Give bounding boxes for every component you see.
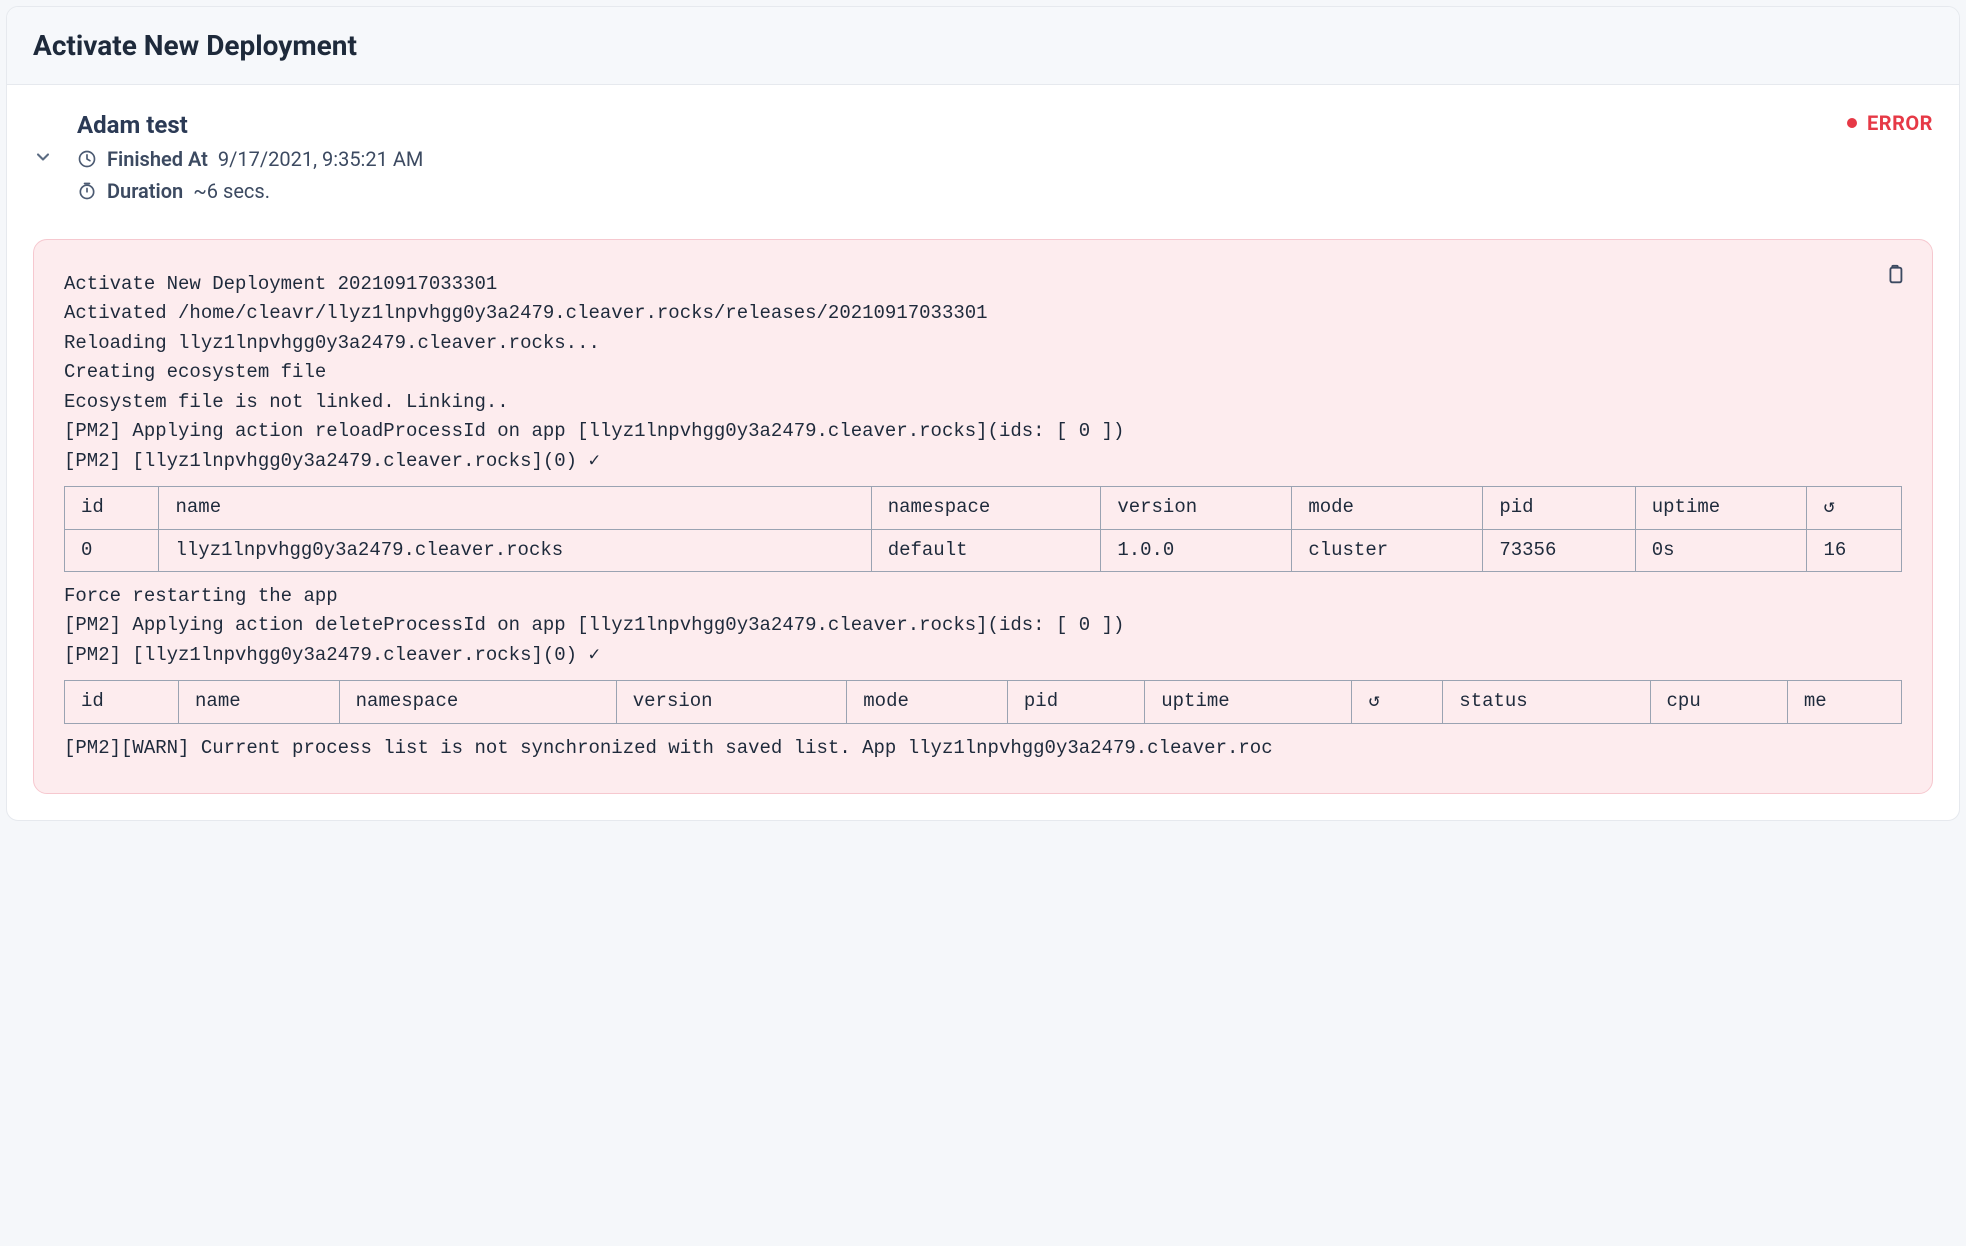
table-header-cell: name [179, 681, 340, 723]
page-title: Activate New Deployment [33, 29, 1933, 62]
table-header-cell: id [65, 681, 179, 723]
table-header-cell: uptime [1635, 487, 1807, 529]
log-line: Ecosystem file is not linked. Linking.. [64, 388, 1902, 417]
table-header-cell: pid [1007, 681, 1144, 723]
log-line: Creating ecosystem file [64, 358, 1902, 387]
table-header-cell: id [65, 487, 159, 529]
log-line: [PM2] [llyz1lnpvhgg0y3a2479.cleaver.rock… [64, 641, 1902, 670]
log-line: [PM2] [llyz1lnpvhgg0y3a2479.cleaver.rock… [64, 447, 1902, 476]
table-header-cell: ↺ [1807, 487, 1902, 529]
status-badge: ERROR [1847, 111, 1933, 135]
deployment-name: Adam test [77, 111, 1933, 139]
table-cell: default [871, 529, 1101, 571]
pm2-process-table-1: idnamenamespaceversionmodepiduptime↺ 0ll… [64, 486, 1902, 572]
table-header-cell: namespace [871, 487, 1101, 529]
finished-at-row: Finished At 9/17/2021, 9:35:21 AM [77, 147, 1933, 171]
deployment-step-panel: Activate New Deployment ERROR Adam test … [6, 6, 1960, 821]
table-header-cell: cpu [1650, 681, 1787, 723]
pm2-process-table-2: idnamenamespaceversionmodepiduptime↺stat… [64, 680, 1902, 723]
table-cell: llyz1lnpvhgg0y3a2479.cleaver.rocks [159, 529, 871, 571]
log-line: Activate New Deployment 20210917033301 [64, 270, 1902, 299]
log-line: Force restarting the app [64, 582, 1902, 611]
finished-at-value: 9/17/2021, 9:35:21 AM [218, 147, 423, 171]
table-header-cell: version [616, 681, 847, 723]
clock-icon [77, 149, 97, 169]
table-header-cell: mode [847, 681, 1008, 723]
log-line: [PM2] Applying action reloadProcessId on… [64, 417, 1902, 446]
table-cell: 0 [65, 529, 159, 571]
table-header-cell: mode [1292, 487, 1483, 529]
table-header-cell: version [1101, 487, 1292, 529]
table-cell: 73356 [1483, 529, 1635, 571]
table-cell: 1.0.0 [1101, 529, 1292, 571]
table-header-cell: name [159, 487, 871, 529]
table-header-cell: pid [1483, 487, 1635, 529]
table-row: 0llyz1lnpvhgg0y3a2479.cleaver.rocksdefau… [65, 529, 1902, 571]
table-cell: 16 [1807, 529, 1902, 571]
table-header-cell: me [1787, 681, 1901, 723]
log-line: [PM2][WARN] Current process list is not … [64, 734, 1902, 763]
duration-value: ~6 secs. [193, 179, 270, 203]
duration-row: Duration ~6 secs. [77, 179, 1933, 203]
table-header-cell: namespace [339, 681, 616, 723]
table-header-cell: status [1443, 681, 1650, 723]
table-header-cell: ↺ [1352, 681, 1443, 723]
chevron-down-icon [33, 147, 53, 167]
panel-header: Activate New Deployment [7, 7, 1959, 85]
status-text: ERROR [1867, 111, 1933, 135]
log-output-panel: Activate New Deployment 20210917033301Ac… [33, 239, 1933, 794]
log-line: Activated /home/cleavr/llyz1lnpvhgg0y3a2… [64, 299, 1902, 328]
duration-label: Duration [107, 179, 183, 203]
stopwatch-icon [77, 181, 97, 201]
finished-at-label: Finished At [107, 147, 208, 171]
clipboard-icon [1884, 264, 1906, 286]
table-header-cell: uptime [1145, 681, 1352, 723]
log-line: [PM2] Applying action deleteProcessId on… [64, 611, 1902, 640]
status-dot-icon [1847, 118, 1857, 128]
expand-toggle[interactable] [33, 111, 53, 167]
log-line: Reloading llyz1lnpvhgg0y3a2479.cleaver.r… [64, 329, 1902, 358]
copy-log-button[interactable] [1880, 260, 1910, 290]
table-cell: cluster [1292, 529, 1483, 571]
table-cell: 0s [1635, 529, 1807, 571]
